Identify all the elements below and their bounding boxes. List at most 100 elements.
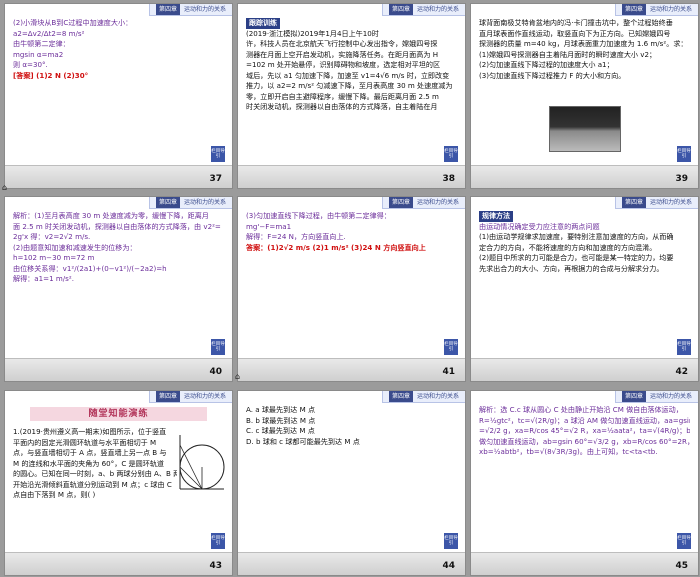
page-number: 44	[442, 561, 455, 571]
text-line: 域后，先以 a1 匀加速下降，加速至 v1=4√6 m/s 时，立即改变	[246, 70, 450, 80]
text-line: 做匀加速直线运动，ab=gsin 60°=√3/2 g，xb=R/cos 60°…	[479, 436, 690, 446]
nav-button[interactable]: 栏目导引	[444, 339, 458, 355]
page-number: 43	[209, 561, 222, 571]
text-line: (2)题目中所求的力可能是合力，也可能是某一特定的力，均要	[479, 253, 674, 262]
text-line: 解得：F=24 N，方向竖直向上.	[246, 232, 346, 241]
text-line: 探测器的质量 m=40 kg，月球表面重力加速度为 1.6 m/s²。求：	[479, 39, 688, 48]
chapter-tag: 第四章	[155, 4, 180, 15]
text-line: 点，与竖直墙相切于 A 点，竖直墙上另一点 B 与	[13, 448, 167, 457]
nav-button[interactable]: 栏目导引	[677, 533, 691, 549]
page-footer: 44	[238, 552, 465, 575]
text-line: 时关闭发动机，探测器以自由落体的方式降落，自主着陆在月	[246, 102, 438, 111]
slide-42[interactable]: 第四章 运动和力的关系规律方法 由运动情况确定受力应注意的两点问题 (1)由运动学规律…	[470, 196, 699, 382]
slide-grid: 第四章 运动和力的关系 (2)小滑块从B到C过程中加速度大小： a2=Δv2/Δt2=…	[0, 0, 700, 577]
slide-body: (2)小滑块从B到C过程中加速度大小： a2=Δv2/Δt2=8 m/s² 由牛顿第…	[13, 18, 224, 158]
chapter-title: 运动和力的关系	[649, 199, 692, 206]
text-line: 球背面南极艾特肯盆地内的冯·卡门撞击坑中，整个过程始终垂	[479, 18, 673, 27]
text-line: =102 m 处开始悬停，识别障碍物和坡度，选定相对平坦的区	[246, 60, 441, 69]
nav-button[interactable]: 栏目导引	[211, 146, 225, 162]
chapter-tag: 第四章	[388, 197, 413, 208]
slide-body: 1.(2019·贵州遵义高一期末)如图所示，位于竖直 平面内的固定光滑圆环轨道与水…	[13, 427, 177, 545]
slide-45[interactable]: 第四章 运动和力的关系解析：选 C.c 球从圆心 C 处由静止开始沿 CM 做自由…	[470, 390, 699, 576]
text-line: mgsin α=ma2	[13, 49, 64, 59]
nav-button-label: 栏目导引	[211, 536, 225, 546]
text-line: D. b 球和 c 球都可能最先到达 M 点	[246, 436, 360, 446]
text-line: (2019·浙江模拟)2019年1月4日上午10时	[246, 28, 379, 38]
text-line: 解得：a1=1 m/s².	[13, 274, 74, 283]
text-line: 直月球表面作直线运动，取竖直向下为正方向。已知嫦娥四号	[479, 28, 671, 38]
text-line: 零，立即开启自主避障程序，缓慢下降。最后距离月面 2.5 m	[246, 91, 439, 101]
text-line: 2g'x 得：v2=2√2 m/s.	[13, 232, 91, 241]
slide-transition-icon[interactable]: ⌂	[235, 372, 240, 381]
slide-header: 第四章 运动和力的关系	[381, 4, 465, 16]
text-line: mg'−F=ma1	[246, 221, 292, 231]
text-line: =√2/2 g，xa=R/cos 45°=√2 R，xa=½aata²，ta=√…	[479, 426, 690, 435]
circle-track-diagram	[179, 435, 225, 490]
slide-transition-icon[interactable]: ⌂	[2, 183, 7, 192]
chapter-tag: 第四章	[155, 391, 180, 402]
text-line: (1)由运动学规律求加速度，要特别注意加速度的方向，从而确	[479, 232, 674, 241]
nav-button-label: 栏目导引	[677, 342, 691, 352]
text-line: (2)小滑块从B到C过程中加速度大小：	[13, 18, 133, 27]
nav-button[interactable]: 栏目导引	[211, 339, 225, 355]
slide-43[interactable]: 第四章 运动和力的关系 随堂知能演练 1.(2019·贵州遵义高一期末)如图所示，位于…	[4, 390, 233, 576]
slide-37[interactable]: 第四章 运动和力的关系 (2)小滑块从B到C过程中加速度大小： a2=Δv2/Δt2=…	[4, 3, 233, 189]
slide-header: 第四章 运动和力的关系	[614, 4, 698, 16]
nav-button[interactable]: 栏目导引	[677, 339, 691, 355]
page-number: 39	[675, 174, 688, 184]
chapter-title: 运动和力的关系	[649, 393, 692, 400]
text-line: 由运动情况确定受力应注意的两点问题	[479, 221, 600, 231]
nav-button[interactable]: 栏目导引	[677, 146, 691, 162]
text-line: M 的连线和水平面的夹角为 60°，C 是圆环轨道	[13, 458, 165, 468]
section-tag: 规律方法	[479, 211, 513, 222]
text-line: (3)匀加速直线下降过程，由牛顿第二定律得：	[246, 211, 391, 220]
slide-header: 第四章 运动和力的关系	[614, 391, 698, 403]
page-footer: 39	[471, 165, 698, 188]
nav-button-label: 栏目导引	[211, 342, 225, 352]
slide-header: 第四章 运动和力的关系	[614, 197, 698, 209]
slide-39[interactable]: 第四章 运动和力的关系球背面南极艾特肯盆地内的冯·卡门撞击坑中，整个过程始终垂 直月…	[470, 3, 699, 189]
chapter-tag: 第四章	[621, 197, 646, 208]
page-footer: 37	[5, 165, 232, 188]
slide-header: 第四章 运动和力的关系	[148, 197, 232, 209]
text-line: 推力，以 a2=2 m/s² 匀减速下降，至月表高度 30 m 处速度减为	[246, 81, 453, 90]
slide-44[interactable]: 第四章 运动和力的关系 A. a 球最先到达 M 点 B. b 球最先到达 M 点 C.…	[237, 390, 466, 576]
text-line: C. c 球最先到达 M 点	[246, 426, 315, 435]
slide-header: 第四章 运动和力的关系	[148, 4, 232, 16]
slide-body: 解析：选 C.c 球从圆心 C 处由静止开始沿 CM 做自由落体运动， R=½gt…	[479, 405, 690, 545]
slide-header: 第四章 运动和力的关系	[381, 197, 465, 209]
page-footer: 38	[238, 165, 465, 188]
page-number: 40	[209, 367, 222, 377]
text-line: 1.(2019·贵州遵义高一期末)如图所示，位于竖直	[13, 427, 167, 436]
text-line: 由位移关系得：v1²/(2a1)+(0−v1²)/(−2a2)=h	[13, 263, 167, 273]
tag-line: 规律方法	[479, 211, 690, 222]
nav-button[interactable]: 栏目导引	[444, 533, 458, 549]
text-line: 则 α=30°.	[13, 60, 48, 69]
chapter-title: 运动和力的关系	[183, 199, 226, 206]
chapter-tag: 第四章	[621, 4, 646, 15]
text-line: h=102 m−30 m=72 m	[13, 253, 95, 262]
text-line: 测器在月面上空开启发动机，实施降落任务。在距月面高为 H	[246, 49, 439, 59]
slide-38[interactable]: 第四章 运动和力的关系 跟踪训练 (2019·浙江模拟)2019年1月4日上午10时许…	[237, 3, 466, 189]
nav-button-label: 栏目导引	[677, 536, 691, 546]
text-line: (3)匀加速直线下降过程推力 F 的大小和方向。	[479, 70, 626, 80]
text-line: A. a 球最先到达 M 点	[246, 405, 316, 414]
page-footer: 41	[238, 358, 465, 381]
chapter-title: 运动和力的关系	[183, 6, 226, 13]
page-number: 45	[675, 561, 688, 571]
chapter-title: 运动和力的关系	[416, 199, 459, 206]
lunar-photo	[549, 106, 621, 152]
section-banner: 随堂知能演练	[30, 407, 207, 421]
nav-button[interactable]: 栏目导引	[211, 533, 225, 549]
text-line: 解析：选 C.c 球从圆心 C 处由静止开始沿 CM 做自由落体运动，	[479, 405, 683, 414]
page-number: 37	[209, 174, 222, 184]
slide-41[interactable]: 第四章 运动和力的关系 (3)匀加速直线下降过程，由牛顿第二定律得： mg'−F=ma…	[237, 196, 466, 382]
section-tag: 跟踪训练	[246, 18, 280, 29]
text-line: (2)匀加速直线下降过程的加速度大小 a1；	[479, 60, 614, 69]
slide-40[interactable]: 第四章 运动和力的关系 解析：(1)至月表高度 30 m 处速度减为零，缓慢下降，距…	[4, 196, 233, 382]
text-line: 点自由下落到 M 点，则( )	[13, 490, 96, 499]
nav-button-label: 栏目导引	[444, 536, 458, 546]
text-line: xb=½abtb²，tb=√(8√3R/3g)。由上可知，tc<ta<tb.	[479, 447, 658, 456]
chapter-tag: 第四章	[388, 4, 413, 15]
nav-button[interactable]: 栏目导引	[444, 146, 458, 162]
